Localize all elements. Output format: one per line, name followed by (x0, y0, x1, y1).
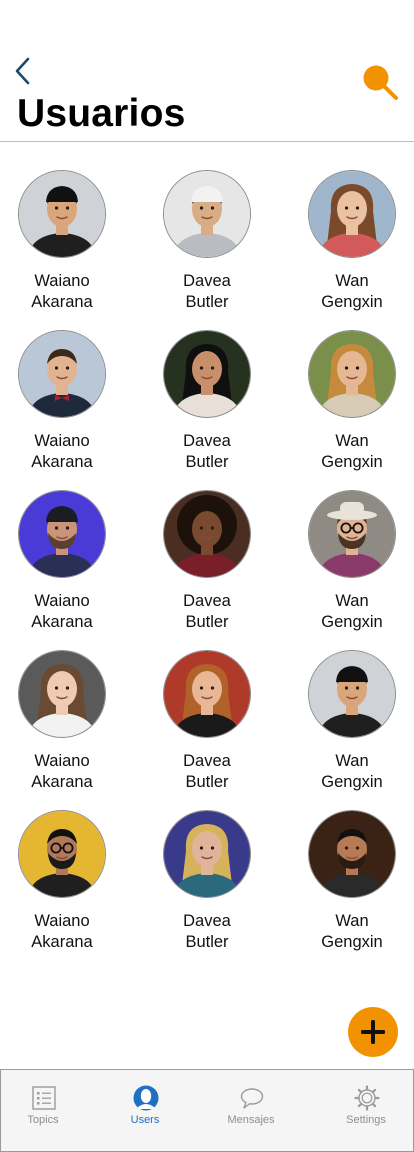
user-name: Wan Gengxin (287, 751, 414, 793)
avatar (308, 330, 396, 418)
user-name: Davea Butler (142, 271, 272, 313)
tab-users[interactable]: Users (95, 1070, 195, 1151)
tab-topics[interactable]: Topics (0, 1070, 93, 1151)
user-card[interactable]: Wan Gengxin (287, 330, 414, 480)
header-divider (0, 141, 414, 142)
user-first-name: Wan (335, 272, 369, 290)
user-last-name: Butler (185, 933, 229, 951)
user-last-name: Gengxin (321, 293, 383, 311)
user-card[interactable]: Waiano Akarana (0, 650, 127, 800)
user-name: Davea Butler (142, 431, 272, 473)
tab-mensajes-label: Mensajes (227, 1114, 275, 1126)
avatar (163, 810, 251, 898)
user-last-name: Butler (185, 453, 229, 471)
user-last-name: Akarana (31, 613, 93, 631)
avatar (18, 330, 106, 418)
avatar (163, 330, 251, 418)
user-card[interactable]: Wan Gengxin (287, 650, 414, 800)
back-button[interactable] (12, 56, 36, 86)
user-last-name: Akarana (31, 293, 93, 311)
user-last-name: Akarana (31, 773, 93, 791)
chat-bubble-icon (240, 1088, 264, 1109)
user-name: Waiano Akarana (0, 911, 127, 953)
user-card[interactable]: Waiano Akarana (0, 330, 127, 480)
avatar (308, 170, 396, 258)
user-last-name: Butler (185, 293, 229, 311)
tab-mensajes[interactable]: Mensajes (201, 1070, 301, 1151)
user-card[interactable]: Davea Butler (142, 650, 272, 800)
user-name: Davea Butler (142, 591, 272, 633)
chevron-left-icon (15, 57, 30, 85)
user-last-name: Gengxin (321, 933, 383, 951)
avatar (308, 810, 396, 898)
user-icon (133, 1085, 159, 1111)
user-name: Waiano Akarana (0, 591, 127, 633)
add-user-button[interactable] (348, 1007, 398, 1057)
user-name: Wan Gengxin (287, 591, 414, 633)
user-first-name: Waiano (34, 912, 90, 930)
avatar (18, 170, 106, 258)
user-name: Wan Gengxin (287, 911, 414, 953)
user-last-name: Akarana (31, 933, 93, 951)
user-first-name: Davea (183, 912, 231, 930)
user-first-name: Davea (183, 752, 231, 770)
user-last-name: Gengxin (321, 773, 383, 791)
user-last-name: Butler (185, 613, 229, 631)
user-name: Waiano Akarana (0, 751, 127, 793)
user-name: Wan Gengxin (287, 271, 414, 313)
user-first-name: Davea (183, 592, 231, 610)
avatar (163, 650, 251, 738)
user-last-name: Gengxin (321, 453, 383, 471)
user-last-name: Butler (185, 773, 229, 791)
user-first-name: Waiano (34, 752, 90, 770)
user-name: Waiano Akarana (0, 271, 127, 313)
avatar (163, 490, 251, 578)
user-name: Wan Gengxin (287, 431, 414, 473)
user-card[interactable]: Davea Butler (142, 330, 272, 480)
tab-settings[interactable]: Settings (316, 1070, 414, 1151)
user-last-name: Akarana (31, 453, 93, 471)
user-card[interactable]: Davea Butler (142, 170, 272, 320)
tab-settings-label: Settings (346, 1114, 386, 1126)
user-first-name: Wan (335, 752, 369, 770)
user-first-name: Davea (183, 272, 231, 290)
user-last-name: Gengxin (321, 613, 383, 631)
user-first-name: Davea (183, 432, 231, 450)
user-card[interactable]: Waiano Akarana (0, 170, 127, 320)
user-card[interactable]: Davea Butler (142, 810, 272, 960)
list-icon (32, 1086, 56, 1110)
avatar (18, 490, 106, 578)
tab-users-label: Users (130, 1114, 160, 1126)
tab-bar: Topics Users Mensajes Settings (0, 1069, 414, 1152)
user-card[interactable]: Waiano Akarana (0, 490, 127, 640)
user-card[interactable]: Waiano Akarana (0, 810, 127, 960)
user-name: Davea Butler (142, 751, 272, 793)
user-first-name: Waiano (34, 432, 90, 450)
avatar (308, 650, 396, 738)
avatar (18, 650, 106, 738)
user-name: Waiano Akarana (0, 431, 127, 473)
user-card[interactable]: Davea Butler (142, 490, 272, 640)
user-first-name: Waiano (34, 272, 90, 290)
user-first-name: Wan (335, 432, 369, 450)
avatar (308, 490, 396, 578)
user-name: Davea Butler (142, 911, 272, 953)
plus-icon (361, 1020, 385, 1044)
search-icon (363, 65, 398, 100)
page-title: Usuarios (17, 92, 186, 135)
user-card[interactable]: Wan Gengxin (287, 810, 414, 960)
search-button[interactable] (360, 62, 400, 102)
user-card[interactable]: Wan Gengxin (287, 170, 414, 320)
avatar (18, 810, 106, 898)
user-first-name: Waiano (34, 592, 90, 610)
tab-topics-label: Topics (27, 1114, 59, 1126)
user-first-name: Wan (335, 912, 369, 930)
user-card[interactable]: Wan Gengxin (287, 490, 414, 640)
avatar (163, 170, 251, 258)
user-first-name: Wan (335, 592, 369, 610)
gear-icon (354, 1085, 380, 1111)
